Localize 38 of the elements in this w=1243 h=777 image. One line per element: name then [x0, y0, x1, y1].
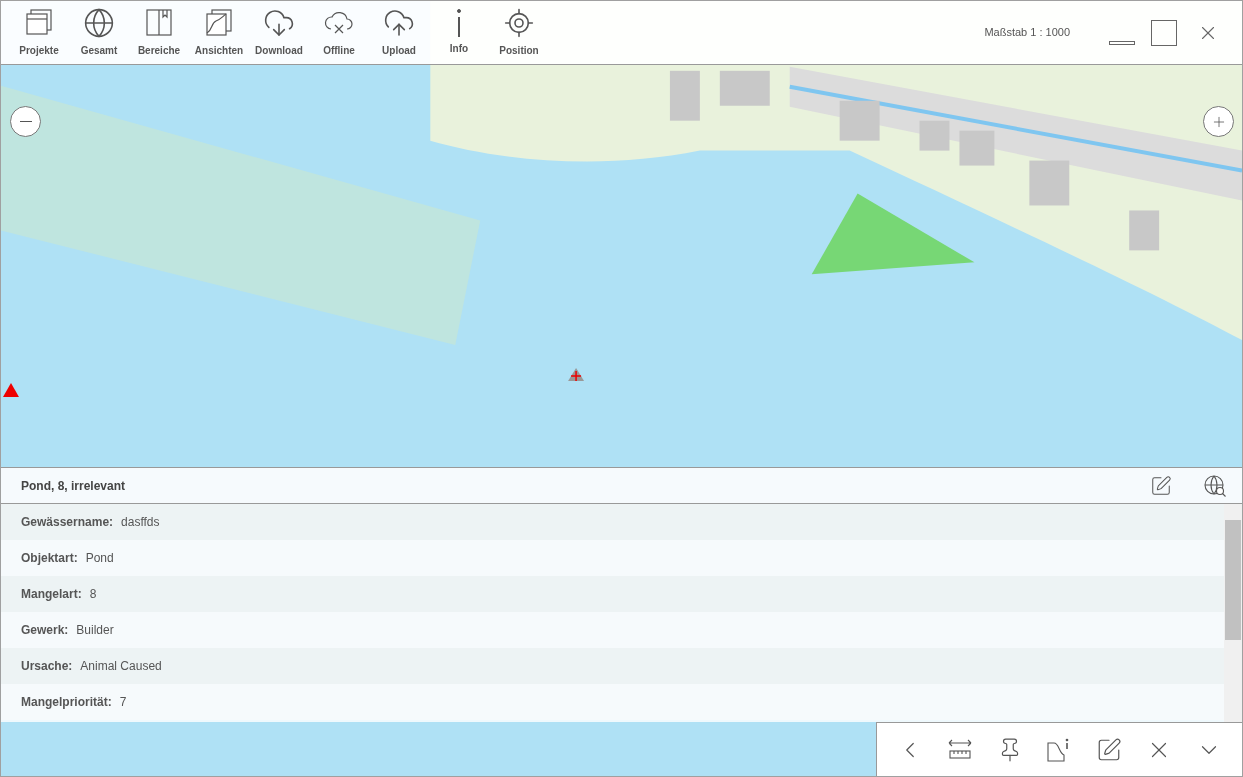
attribute-value: dasffds [121, 514, 160, 531]
scrollbar[interactable] [1224, 504, 1242, 722]
toolbar-button[interactable]: Offline [309, 2, 369, 63]
point-marker [568, 368, 585, 382]
toolbar-button[interactable]: Bereiche [129, 2, 189, 63]
attribute-label: Mangelpriorität: [21, 694, 112, 711]
toolbar-button[interactable]: Projekte [9, 2, 69, 63]
feature-title: Pond, 8, irrelevant [21, 477, 126, 495]
maximize-icon [1151, 19, 1177, 46]
point-marker [3, 383, 19, 397]
toolbar-button[interactable]: Gesamt [69, 2, 129, 63]
attribute-value: Builder [76, 622, 114, 639]
cloud-download-icon [263, 7, 295, 39]
cloud-upload-icon [383, 7, 415, 39]
minus-icon [19, 121, 32, 122]
attribute-value: Pond [85, 550, 114, 567]
edit-icon [1150, 474, 1172, 497]
toolbar-button[interactable]: Ansichten [189, 2, 249, 63]
attribute-value: 8 [89, 586, 97, 603]
toolbar-button[interactable]: Upload [369, 2, 429, 63]
globe-icon [83, 7, 115, 39]
toolbar-button[interactable]: Download [249, 2, 309, 63]
attribute-label: Gewerk: [21, 622, 69, 639]
globe-search-icon [1203, 473, 1227, 498]
info-icon [457, 9, 461, 37]
toolbar-button[interactable]: Info [429, 2, 489, 63]
minimize-icon [1109, 40, 1135, 45]
attribute-value: 7 [119, 694, 127, 711]
scrollbar-thumb[interactable] [1225, 520, 1241, 640]
edit-icon[interactable] [1096, 736, 1123, 763]
toolbar-button[interactable]: Position [489, 2, 549, 63]
attribute-label: Objektart: [21, 550, 78, 567]
locate-icon [503, 7, 535, 39]
scale-text: Maßstab 1 : 1000 [984, 25, 1070, 41]
attribute-label: Mangelart: [21, 586, 82, 603]
attribute-label: Gewässername: [21, 514, 114, 531]
attribute-label: Ursache: [21, 658, 73, 675]
attribute-value: Animal Caused [80, 658, 162, 675]
